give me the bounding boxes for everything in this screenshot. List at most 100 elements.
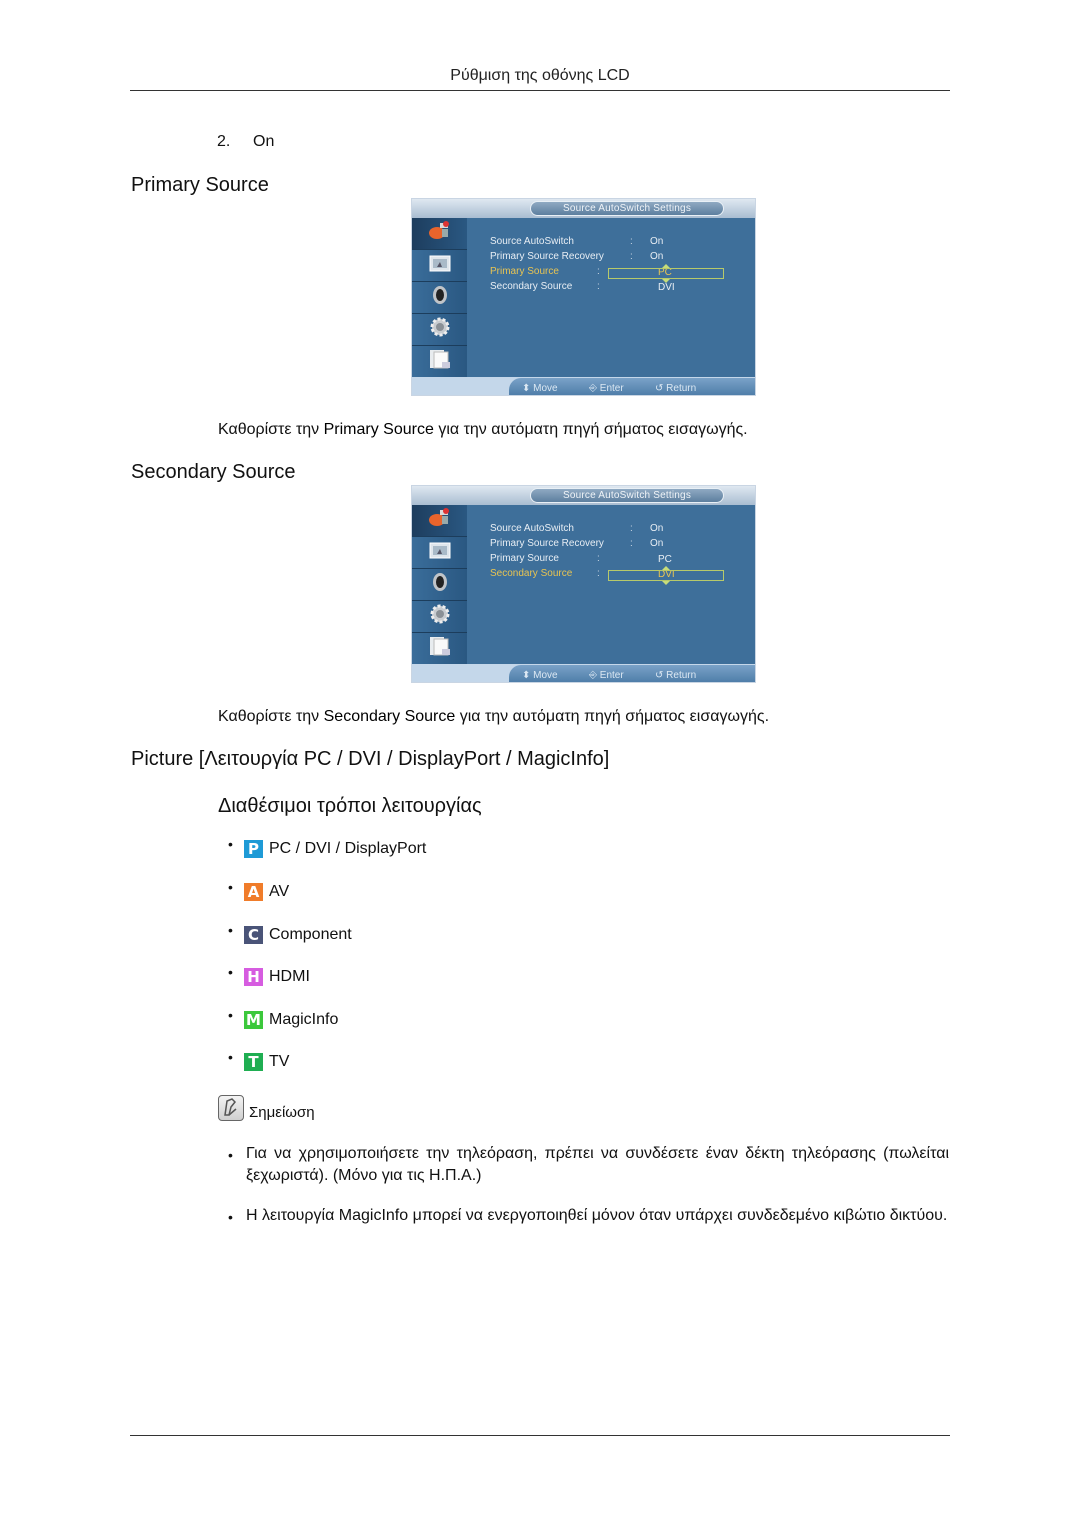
osd-menu-picture[interactable]	[412, 537, 467, 569]
mode-item: P PC / DVI / DisplayPort	[244, 840, 426, 858]
mode-label: TV	[269, 1053, 290, 1070]
osd-footer	[412, 377, 755, 395]
osd-selection-box[interactable]	[608, 268, 724, 279]
note-term: MagicInfo	[338, 1207, 409, 1224]
desc-text: για την αυτόματη πηγή σήματος εισαγωγής.	[455, 708, 770, 725]
osd-row-value: On	[650, 523, 664, 534]
mode-label: AV	[269, 883, 290, 900]
bullet: •	[228, 1209, 233, 1225]
note-header: Σημείωση	[218, 1095, 315, 1121]
input-icon	[428, 220, 452, 247]
osd-row-label[interactable]: Secondary Source	[490, 281, 572, 292]
running-header: Ρύθμιση της οθόνης LCD	[450, 67, 630, 84]
osd-colon: :	[630, 251, 633, 262]
osd-sidebar	[412, 505, 467, 665]
primary-source-heading: Primary Source	[131, 174, 269, 196]
bullet: •	[228, 836, 233, 852]
osd-row-label[interactable]: Primary Source	[490, 266, 559, 277]
bullet: •	[228, 1147, 233, 1163]
osd-menu-sound[interactable]	[412, 282, 467, 314]
step-item: 2. On	[217, 133, 274, 151]
osd-return-hint: ↺ Return	[655, 670, 697, 681]
osd-row-label[interactable]: Source AutoSwitch	[490, 236, 574, 247]
note-label: Σημείωση	[249, 1104, 315, 1121]
osd-menu-input[interactable]	[412, 218, 467, 250]
osd-enter-hint: ⎆ Enter	[589, 670, 624, 681]
mode-label: PC / DVI / DisplayPort	[269, 840, 427, 857]
header-rule	[130, 90, 950, 91]
mode-item: C Component	[244, 926, 352, 944]
desc-text: Καθορίστε την	[218, 421, 324, 438]
mode-item: M MagicInfo	[244, 1011, 338, 1029]
osd-colon: :	[630, 236, 633, 247]
primary-source-description: Καθορίστε την Primary Source για την αυτ…	[218, 421, 748, 439]
osd-colon: :	[597, 568, 600, 579]
osd-row-value: On	[650, 236, 664, 247]
osd-colon: :	[597, 266, 600, 277]
osd-down-arrow-icon	[662, 581, 670, 585]
osd-menu-picture[interactable]	[412, 250, 467, 282]
osd-menu-multi-control[interactable]	[412, 346, 467, 378]
mode-h-icon: H	[244, 968, 263, 986]
footer-rule	[130, 1435, 950, 1436]
osd-return-hint: ↺ Return	[655, 383, 697, 394]
osd-down-arrow-icon	[662, 279, 670, 283]
mode-p-icon: P	[244, 840, 263, 858]
osd-row-value: PC	[658, 554, 672, 565]
note-text: Για να χρησιμοποιήσετε την τηλεόραση, πρ…	[246, 1145, 949, 1184]
bullet: •	[228, 1049, 233, 1065]
osd-row-value: On	[650, 251, 664, 262]
picture-mode-heading: Picture [Λειτουργία PC / DVI / DisplayPo…	[131, 748, 610, 770]
input-icon	[428, 507, 452, 534]
osd-menu-multi-control[interactable]	[412, 633, 467, 665]
osd-up-arrow-icon	[662, 566, 670, 570]
sound-icon	[428, 571, 452, 598]
desc-term: Primary Source	[323, 421, 434, 438]
picture-icon	[428, 252, 452, 279]
osd-row-label[interactable]: Source AutoSwitch	[490, 523, 574, 534]
osd-row-label[interactable]: Primary Source Recovery	[490, 251, 604, 262]
osd-screenshot-secondary: Source AutoSwitch Settings Source AutoSwi…	[411, 485, 756, 683]
step-number: 2.	[217, 133, 231, 150]
setup-icon	[428, 603, 452, 630]
mode-item: H HDMI	[244, 968, 310, 986]
osd-colon: :	[630, 538, 633, 549]
setup-icon	[428, 316, 452, 343]
mode-label: HDMI	[269, 968, 310, 985]
mode-label: Component	[269, 926, 352, 943]
multi-control-icon	[428, 635, 452, 662]
mode-a-icon: A	[244, 883, 263, 901]
osd-row-value: DVI	[658, 282, 675, 293]
osd-menu-setup[interactable]	[412, 314, 467, 346]
osd-move-hint: ⬍ Move	[522, 383, 558, 394]
secondary-source-description: Καθορίστε την Secondary Source για την α…	[218, 708, 769, 726]
note-pencil-icon	[218, 1095, 244, 1121]
osd-menu-input[interactable]	[412, 505, 467, 537]
desc-term: Secondary Source	[323, 708, 456, 725]
osd-row-label[interactable]: Primary Source	[490, 553, 559, 564]
osd-selection-box[interactable]	[608, 570, 724, 581]
osd-menu-setup[interactable]	[412, 601, 467, 633]
mode-c-icon: C	[244, 926, 263, 944]
bullet: •	[228, 1007, 233, 1023]
osd-title: Source AutoSwitch Settings	[530, 488, 724, 503]
osd-colon: :	[597, 553, 600, 564]
note-text: μπορεί να ενεργοποιηθεί μόνον όταν υπάρχ…	[408, 1207, 948, 1224]
note-item: Η λειτουργία MagicInfo μπορεί να ενεργοπ…	[246, 1205, 949, 1227]
osd-title: Source AutoSwitch Settings	[530, 201, 724, 216]
bullet: •	[228, 879, 233, 895]
picture-icon	[428, 539, 452, 566]
available-modes-heading: Διαθέσιμοι τρόποι λειτουργίας	[218, 795, 482, 817]
osd-row-label[interactable]: Primary Source Recovery	[490, 538, 604, 549]
mode-label: MagicInfo	[269, 1011, 339, 1028]
osd-footer	[412, 664, 755, 682]
osd-enter-hint: ⎆ Enter	[589, 383, 624, 394]
desc-text: για την αυτόματη πηγή σήματος εισαγωγής.	[433, 421, 748, 438]
secondary-source-heading: Secondary Source	[131, 461, 296, 483]
osd-menu-sound[interactable]	[412, 569, 467, 601]
osd-row-label[interactable]: Secondary Source	[490, 568, 572, 579]
bullet: •	[228, 922, 233, 938]
multi-control-icon	[428, 348, 452, 375]
mode-m-icon: M	[244, 1011, 263, 1029]
osd-colon: :	[597, 281, 600, 292]
